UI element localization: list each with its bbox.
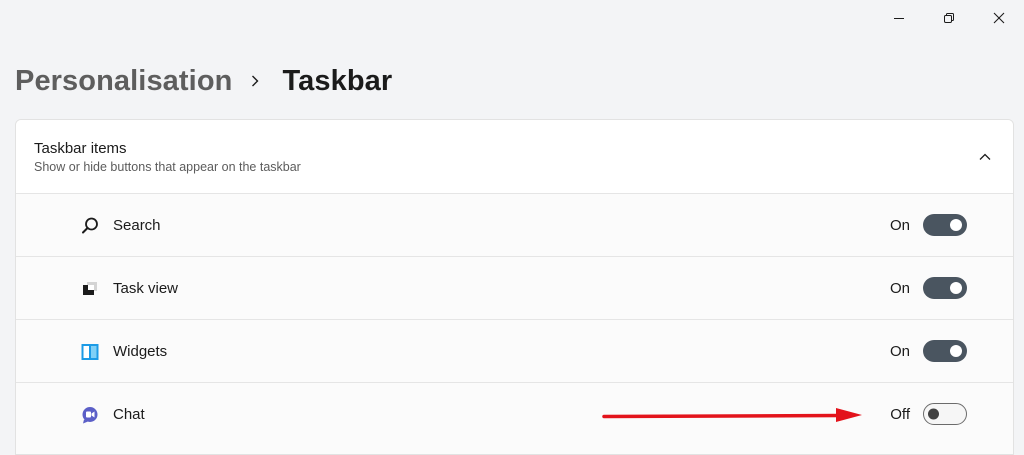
toggle-knob [950,219,962,231]
taskbar-item-search: Search On [16,194,1013,257]
close-button[interactable] [974,0,1024,36]
item-state: Off [890,406,910,423]
chevron-right-icon [250,74,260,88]
task-view-toggle[interactable] [923,277,967,299]
widgets-icon [80,342,100,362]
breadcrumb: Personalisation Taskbar [15,58,392,104]
item-state: On [889,343,910,360]
item-label: Chat [113,406,145,423]
chat-icon [80,405,100,425]
item-label: Search [113,217,161,234]
restore-icon [944,13,954,23]
search-icon [80,216,100,236]
close-icon [993,12,1005,24]
collapse-button[interactable] [973,145,997,169]
taskbar-item-widgets: Widgets On [16,320,1013,383]
item-label: Task view [113,280,179,297]
item-label: Widgets [113,343,168,360]
red-arrow-annotation [602,408,862,422]
window-controls [874,0,1024,36]
chevron-up-icon [979,153,991,160]
task-view-icon [80,279,100,299]
toggle-knob [950,282,962,294]
widgets-toggle[interactable] [923,340,967,362]
section-subtitle: Show or hide buttons that appear on the … [34,160,301,174]
minimize-button[interactable] [874,0,924,36]
breadcrumb-parent-link[interactable]: Personalisation [15,65,232,98]
taskbar-items-header[interactable]: Taskbar items Show or hide buttons that … [16,120,1013,194]
minimize-icon [894,18,904,19]
restore-button[interactable] [924,0,974,36]
toggle-knob [928,408,939,420]
search-toggle[interactable] [923,214,967,236]
toggle-knob [950,345,962,357]
item-state: On [889,280,910,297]
item-state: On [889,217,910,234]
section-title: Taskbar items [34,140,127,157]
chat-toggle[interactable] [923,403,967,425]
taskbar-item-task-view: Task view On [16,257,1013,320]
page-title: Taskbar [282,64,393,97]
